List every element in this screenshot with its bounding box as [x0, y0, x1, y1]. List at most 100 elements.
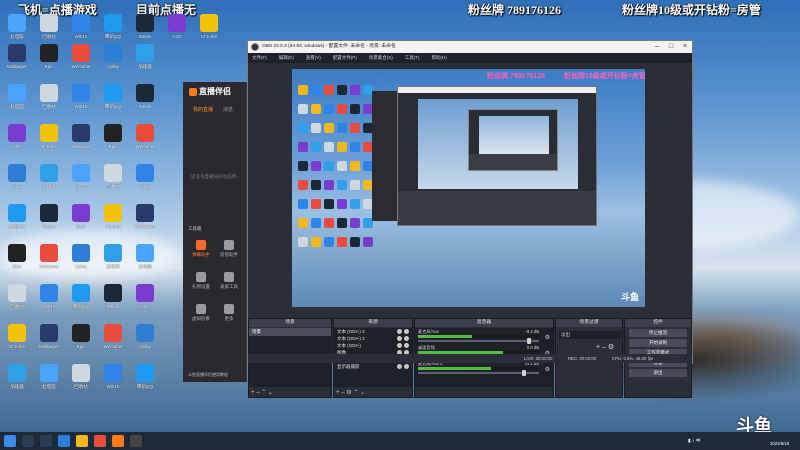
desktop-icon[interactable]: WeGame: [34, 244, 64, 278]
volume-icon[interactable]: ♪: [692, 439, 694, 444]
desktop-icon[interactable]: Uplay: [66, 244, 96, 278]
desktop-icon[interactable]: Chrome: [2, 324, 32, 358]
search-icon[interactable]: [22, 435, 34, 447]
add-scene-icon[interactable]: +: [251, 390, 255, 396]
desktop-icon[interactable]: Uplay: [2, 164, 32, 198]
desktop-icon[interactable]: Epic: [98, 124, 128, 158]
obs-taskbar-icon[interactable]: [130, 435, 142, 447]
desktop-icon[interactable]: 回收站: [34, 14, 64, 48]
task-view-icon[interactable]: [40, 435, 52, 447]
obs-preview[interactable]: 粉丝牌 789176126 粉丝牌10级或开钻粉=房管 斗鱼: [292, 69, 645, 307]
source-item[interactable]: 显示器捕获: [334, 363, 412, 370]
companion-tab-messages[interactable]: 消息: [223, 106, 233, 113]
transition-select[interactable]: 淡出: [559, 331, 621, 339]
lock-icon[interactable]: [404, 329, 409, 334]
desktop-icon[interactable]: 加速器: [98, 244, 128, 278]
remove-scene-icon[interactable]: –: [256, 390, 259, 396]
lock-icon[interactable]: [404, 336, 409, 341]
taskbar-clock[interactable]: 2022/6/18: [770, 441, 789, 446]
mixer-settings-icon[interactable]: ⚙: [545, 334, 550, 341]
obs-menu-item[interactable]: 场景集合(S): [369, 55, 393, 60]
desktop-icon[interactable]: WeGame: [98, 324, 128, 358]
chrome-icon[interactable]: [94, 435, 106, 447]
desktop-icon[interactable]: Chrome: [194, 14, 224, 48]
desktop-icon[interactable]: WeGame: [66, 44, 96, 78]
desktop-icon[interactable]: Wallpaper: [2, 44, 32, 78]
transition-settings-icon[interactable]: ⚙: [608, 344, 614, 351]
add-transition-icon[interactable]: +: [596, 344, 600, 351]
desktop-icon[interactable]: 腾讯QQ: [130, 364, 160, 398]
desktop-icon[interactable]: Steam: [34, 204, 64, 238]
obs-menu-item[interactable]: 查看(V): [306, 55, 321, 60]
desktop-icon[interactable]: GoG: [2, 124, 32, 158]
desktop-icon[interactable]: Epic: [66, 324, 96, 358]
companion-tool[interactable]: 房管助手: [215, 240, 243, 258]
remove-transition-icon[interactable]: –: [602, 344, 606, 351]
control-button[interactable]: 开始录制: [629, 339, 687, 347]
desktop-icon[interactable]: 腾讯QQ: [66, 284, 96, 318]
companion-tool[interactable]: 更多: [215, 304, 243, 322]
source-up-icon[interactable]: ⌃: [353, 390, 358, 396]
companion-tool[interactable]: 礼物设置: [187, 272, 215, 290]
source-item[interactable]: 文本 (GDI+) 2: [334, 335, 412, 342]
source-item[interactable]: 文本 (GDI+): [334, 342, 412, 349]
desktop-icon[interactable]: Wallpaper: [34, 324, 64, 358]
obs-menu-item[interactable]: 帮助(H): [432, 55, 447, 60]
desktop-icon[interactable]: Epic: [34, 44, 64, 78]
desktop-icon[interactable]: Uplay: [98, 44, 128, 78]
desktop-icon[interactable]: Wallpaper: [66, 124, 96, 158]
desktop-icon[interactable]: Win10: [66, 14, 96, 48]
desktop-icon[interactable]: 此电脑: [34, 364, 64, 398]
desktop-icon[interactable]: 此电脑: [66, 164, 96, 198]
visibility-eye-icon[interactable]: [397, 364, 402, 369]
remove-source-icon[interactable]: –: [341, 390, 344, 396]
scene-down-icon[interactable]: ⌄: [268, 390, 273, 396]
visibility-eye-icon[interactable]: [397, 329, 402, 334]
ime-indicator[interactable]: 中: [696, 439, 701, 444]
desktop-icon[interactable]: Wallpaper: [130, 204, 160, 238]
desktop-icon[interactable]: 腾讯QQ: [98, 84, 128, 118]
desktop-icon[interactable]: 回收站: [2, 284, 32, 318]
desktop-icon[interactable]: 腾讯QQ: [2, 204, 32, 238]
desktop-icon[interactable]: Steam: [130, 84, 160, 118]
companion-tutorial-link[interactable]: 斗鱼直播伴侣使用教程: [188, 372, 228, 378]
visibility-eye-icon[interactable]: [397, 343, 402, 348]
desktop-icon[interactable]: GoG: [66, 204, 96, 238]
desktop-icon[interactable]: Win10: [130, 164, 160, 198]
source-settings-icon[interactable]: ⚙: [346, 390, 351, 396]
obs-menu-item[interactable]: 编辑(E): [279, 55, 294, 60]
lock-icon[interactable]: [404, 364, 409, 369]
desktop-icon[interactable]: 此电脑: [2, 84, 32, 118]
desktop-icon[interactable]: Steam: [98, 284, 128, 318]
control-button[interactable]: 停止推流: [629, 329, 687, 337]
desktop-icon[interactable]: 回收站: [34, 84, 64, 118]
desktop-icon[interactable]: Win10: [98, 364, 128, 398]
volume-fader[interactable]: [418, 338, 539, 344]
desktop-icon[interactable]: WeGame: [130, 124, 160, 158]
start-icon[interactable]: [4, 435, 16, 447]
desktop-icon[interactable]: 加速器: [130, 44, 160, 78]
companion-tab-live[interactable]: 我的直播: [193, 106, 213, 113]
edge-icon[interactable]: [58, 435, 70, 447]
desktop-icon[interactable]: Steam: [130, 14, 160, 48]
desktop-icon[interactable]: GoG: [130, 284, 160, 318]
companion-tool[interactable]: 弹幕助手: [187, 240, 215, 258]
close-icon[interactable]: ×: [678, 41, 692, 53]
maximize-icon[interactable]: □: [664, 41, 678, 53]
control-button[interactable]: 退出: [629, 369, 687, 377]
desktop-icon[interactable]: 加速器: [2, 364, 32, 398]
desktop-icon[interactable]: 回收站: [66, 364, 96, 398]
volume-fader-knob[interactable]: [522, 370, 527, 376]
obs-menu-item[interactable]: 文件(F): [252, 55, 267, 60]
minimize-icon[interactable]: –: [650, 41, 664, 53]
scene-item[interactable]: 场景: [249, 328, 331, 336]
desktop-icon[interactable]: Epic: [2, 244, 32, 278]
companion-tool[interactable]: 虚拟形象: [187, 304, 215, 322]
desktop-icon[interactable]: 腾讯QQ: [98, 14, 128, 48]
desktop-icon[interactable]: Chrome: [34, 124, 64, 158]
add-source-icon[interactable]: +: [336, 390, 340, 396]
explorer-icon[interactable]: [76, 435, 88, 447]
mixer-settings-icon[interactable]: ⚙: [545, 366, 550, 373]
obs-menu-item[interactable]: 工具(T): [405, 55, 420, 60]
volume-fader[interactable]: [418, 370, 539, 376]
